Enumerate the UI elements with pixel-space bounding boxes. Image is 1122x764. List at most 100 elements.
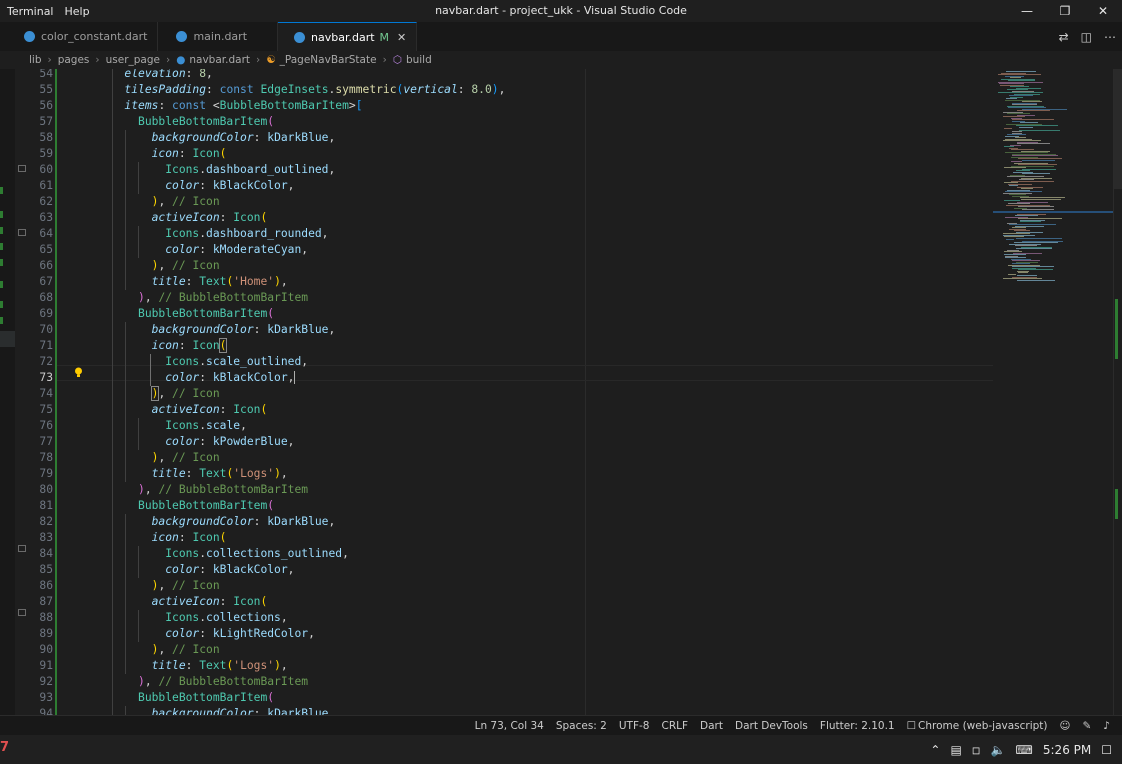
menu-bar: Terminal Help [0, 5, 98, 18]
scm-overview-marker [1115, 299, 1118, 359]
breadcrumb-file[interactable]: navbar.dart [189, 54, 250, 66]
scm-marker [0, 281, 3, 288]
flutter-version[interactable]: Flutter: 2.10.1 [820, 720, 895, 732]
minimap[interactable] [993, 69, 1113, 715]
minimize-button[interactable]: — [1008, 0, 1046, 22]
status-bar: Ln 73, Col 34 Spaces: 2 UTF-8 CRLF Dart … [0, 715, 1122, 735]
clock-time[interactable]: 5:26 PM [1043, 743, 1091, 757]
scm-marker [0, 259, 3, 266]
compare-changes-icon[interactable]: ⇄ [1059, 30, 1069, 44]
line-number: 59 [39, 147, 53, 160]
split-editor-icon[interactable]: ◫ [1081, 30, 1092, 44]
device-selector[interactable]: Chrome (web-javascript) [918, 720, 1047, 732]
breadcrumb-method[interactable]: build [406, 54, 432, 66]
minimap-line [1006, 239, 1014, 240]
menu-terminal[interactable]: Terminal [4, 5, 62, 18]
line-number: 61 [39, 179, 53, 192]
chevron-up-icon[interactable]: ⌃ [930, 743, 940, 757]
line-number: 63 [39, 211, 53, 224]
dart-file-icon [294, 31, 306, 43]
scm-overview-marker [1115, 489, 1118, 519]
breadcrumb-lib[interactable]: lib [29, 54, 42, 66]
cursor-position[interactable]: Ln 73, Col 34 [475, 720, 544, 732]
chevron-right-icon: › [47, 54, 52, 66]
line-number: 72 [39, 355, 53, 368]
dart-file-icon [176, 31, 188, 42]
scm-marker [0, 187, 3, 194]
image-preview-icon[interactable] [18, 545, 26, 552]
breadcrumb-class[interactable]: _PageNavBarState [280, 54, 377, 66]
line-number: 58 [39, 131, 53, 144]
tab-label: color_constant.dart [41, 30, 148, 43]
maximize-button[interactable]: ❐ [1046, 0, 1084, 22]
indent-guide [125, 514, 126, 674]
close-tab-icon[interactable]: ✕ [397, 31, 406, 44]
editor-actions: ⇄ ◫ ⋯ [1059, 22, 1116, 51]
indent-guide [125, 706, 126, 715]
wifi-icon[interactable]: ◽ [972, 743, 981, 757]
line-number: 54 [39, 69, 53, 80]
more-actions-icon[interactable]: ⋯ [1104, 30, 1116, 44]
image-preview-icon[interactable] [18, 609, 26, 616]
minimap-line [1022, 173, 1050, 174]
lightbulb-icon[interactable] [74, 367, 83, 378]
line-ending[interactable]: CRLF [661, 720, 688, 732]
line-number: 77 [39, 435, 53, 448]
line-number: 90 [39, 643, 53, 656]
minimap-line [1018, 272, 1028, 273]
tab-navbar[interactable]: navbar.dart M ✕ [278, 22, 418, 51]
indent-guide [125, 130, 126, 290]
method-symbol-icon: ⬡ [392, 54, 402, 66]
line-number: 92 [39, 675, 53, 688]
scm-marker [0, 317, 3, 324]
minimap-viewport[interactable] [993, 211, 1113, 213]
color-swatch-icon[interactable] [18, 229, 26, 236]
indent-guide [138, 418, 139, 450]
feedback-icon[interactable]: ✎ [1082, 720, 1091, 732]
indent-guide [138, 162, 139, 194]
minimap-line [1020, 221, 1041, 222]
chevron-right-icon: › [166, 54, 171, 66]
minimap-line [1004, 128, 1012, 129]
breadcrumb-user-page[interactable]: user_page [106, 54, 160, 66]
chevron-right-icon: › [95, 54, 100, 66]
dart-devtools[interactable]: Dart DevTools [735, 720, 808, 732]
tab-main[interactable]: main.dart [158, 22, 279, 51]
tab-color-constant[interactable]: color_constant.dart [0, 22, 159, 51]
scm-marker [0, 301, 3, 308]
minimap-line [1016, 237, 1062, 239]
indent-guide [138, 610, 139, 642]
keyboard-icon[interactable]: ⌨ [1016, 743, 1033, 757]
line-number: 79 [39, 467, 53, 480]
line-number: 74 [39, 387, 53, 400]
menu-help[interactable]: Help [62, 5, 98, 18]
line-number: 75 [39, 403, 53, 416]
line-number: 94 [39, 707, 53, 715]
notification-center-icon[interactable]: ☐ [1101, 743, 1112, 757]
language-mode[interactable]: Dart [700, 720, 723, 732]
minimap-line [1017, 143, 1050, 144]
chevron-right-icon: › [256, 54, 261, 66]
encoding[interactable]: UTF-8 [619, 720, 650, 732]
scm-marker [0, 211, 3, 218]
volume-icon[interactable]: 🔈 [991, 743, 1006, 757]
chevron-right-icon: › [382, 54, 387, 66]
vertical-scrollbar[interactable] [1113, 69, 1122, 715]
tab-label: main.dart [193, 30, 248, 43]
title-bar: Terminal Help navbar.dart - project_ukk … [0, 0, 1122, 22]
color-swatch-icon[interactable] [18, 165, 26, 172]
breadcrumb-pages[interactable]: pages [58, 54, 90, 66]
line-number: 65 [39, 243, 53, 256]
indentation[interactable]: Spaces: 2 [556, 720, 607, 732]
code-editor[interactable]: 54 elevation: 8, 55 tilesPadding: const … [15, 69, 993, 715]
close-window-button[interactable]: ✕ [1084, 0, 1122, 22]
network-adapter-icon[interactable]: ▤ [950, 743, 961, 757]
line-number: 69 [39, 307, 53, 320]
scrollbar-thumb[interactable] [1114, 69, 1122, 189]
line-number: 80 [39, 483, 53, 496]
tab-label: navbar.dart [311, 30, 375, 44]
copilot-icon[interactable]: ☺ [1060, 720, 1071, 732]
line-number: 70 [39, 323, 53, 336]
taskbar-app-glyph[interactable]: 7 [0, 740, 9, 755]
notifications-bell-icon[interactable]: ♪ [1103, 720, 1110, 732]
